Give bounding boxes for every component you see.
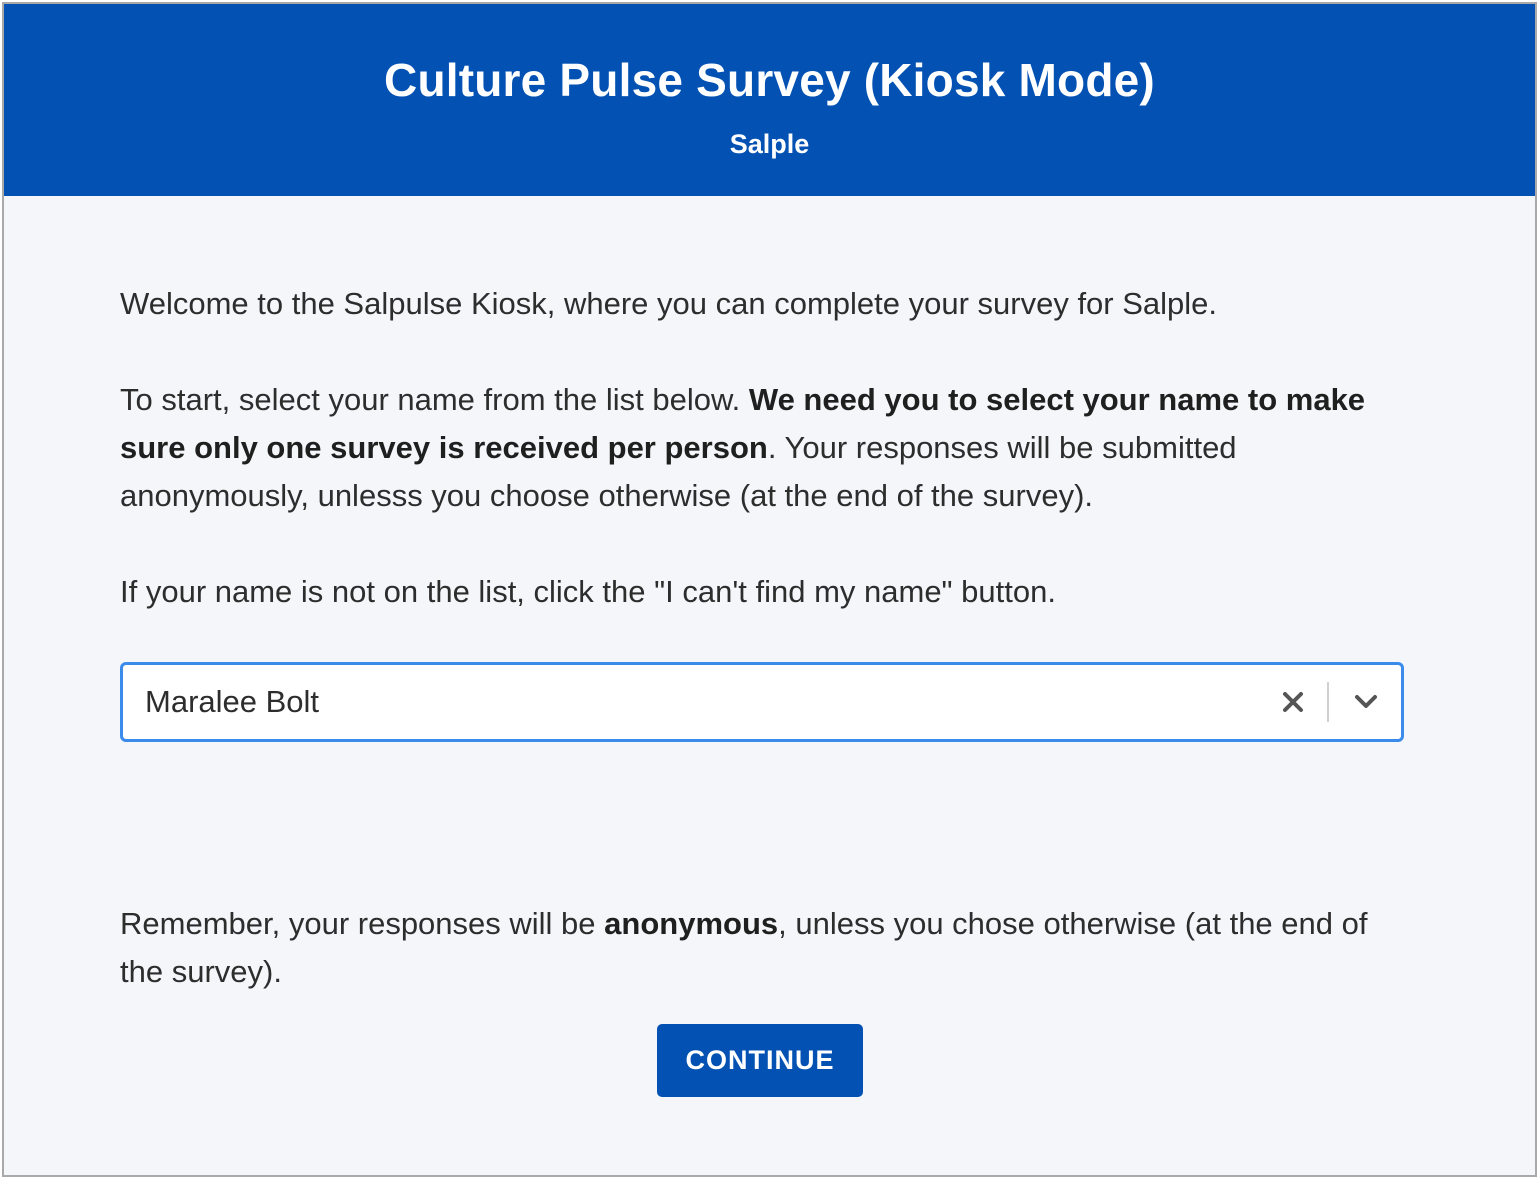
welcome-text: Welcome to the Salpulse Kiosk, where you… [120,286,1218,321]
page-title: Culture Pulse Survey (Kiosk Mode) [384,54,1155,106]
instructions-start: To start, select your name from the list… [120,382,749,417]
clear-selection-button[interactable] [1269,677,1317,727]
close-icon [1283,692,1303,712]
dropdown-toggle-button[interactable] [1339,677,1393,727]
name-not-found-text: If your name is not on the list, click t… [120,574,1056,609]
instructions-text: To start, select your name from the list… [120,376,1400,520]
continue-button[interactable]: CONTINUE [657,1024,863,1097]
reminder-emphasis: anonymous [604,906,779,941]
reminder-start: Remember, your responses will be [120,906,605,941]
select-divider [1327,682,1329,722]
selected-name[interactable]: Maralee Bolt [145,665,319,739]
chevron-down-icon [1355,695,1377,708]
company-name: Salple [729,129,810,159]
name-select[interactable]: Maralee Bolt [120,662,1404,742]
kiosk-window: Culture Pulse Survey (Kiosk Mode) Salple… [2,2,1537,1177]
page-header: Culture Pulse Survey (Kiosk Mode) Salple [4,4,1535,196]
reminder-text: Remember, your responses will be anonymo… [120,900,1400,996]
